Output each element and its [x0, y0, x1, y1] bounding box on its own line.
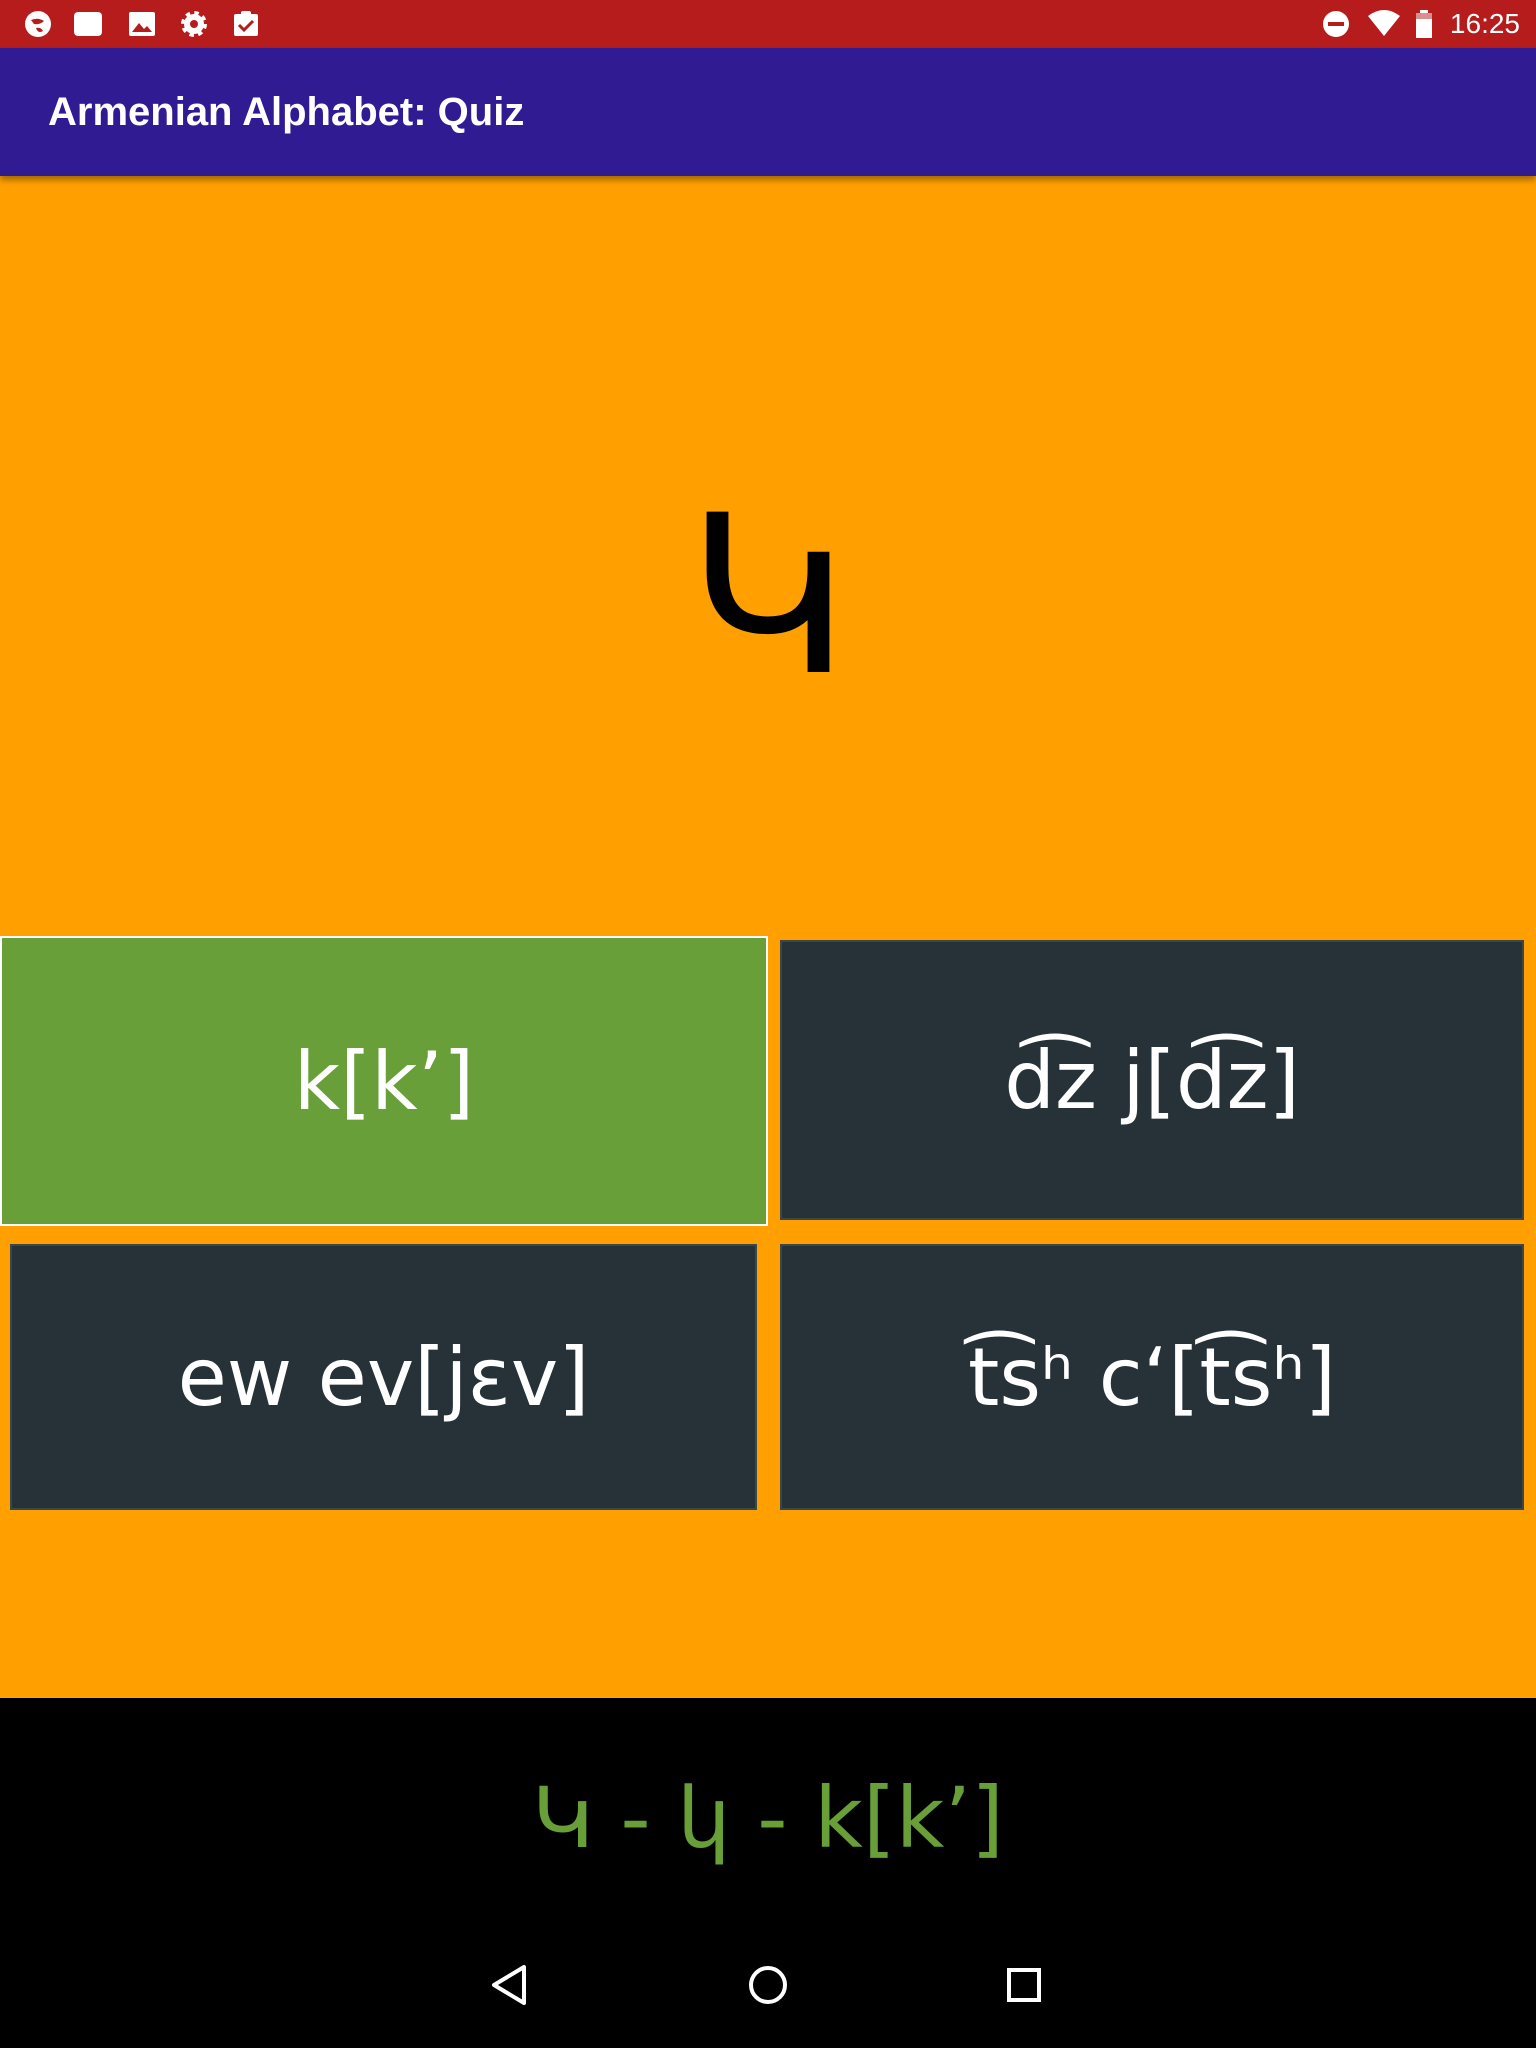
status-time: 16:25: [1449, 8, 1520, 39]
answer-button-2[interactable]: d͡z j[d͡z]: [780, 940, 1524, 1220]
home-icon[interactable]: [736, 1953, 800, 2017]
recents-icon[interactable]: [992, 1953, 1056, 2017]
globe-icon: [22, 8, 54, 40]
image-icon: [126, 8, 158, 40]
do-not-disturb-icon: [1320, 8, 1352, 40]
feedback-text: Կ - կ - k[kʼ]: [532, 1769, 1004, 1867]
navigation-bar: [0, 1922, 1536, 2048]
answer-button-1[interactable]: k[kʼ]: [0, 936, 768, 1226]
answer-label: t͡sʰ cʻ[t͡sʰ]: [967, 1330, 1337, 1424]
feedback-area: Կ - կ - k[kʼ]: [0, 1698, 1536, 1922]
notes-icon: [72, 8, 104, 40]
wifi-icon: [1366, 8, 1400, 40]
clipboard-check-icon: [230, 8, 262, 40]
page-title: Armenian Alphabet: Quiz: [48, 90, 525, 134]
back-icon[interactable]: [480, 1953, 544, 2017]
answer-button-3[interactable]: ew ev[jɛv]: [10, 1244, 757, 1510]
answer-label: k[kʼ]: [293, 1034, 475, 1128]
answer-button-4[interactable]: t͡sʰ cʻ[t͡sʰ]: [780, 1244, 1524, 1510]
app-bar: Armenian Alphabet: Quiz: [0, 48, 1536, 176]
battery-icon: [1412, 8, 1444, 40]
settings-icon: [178, 8, 210, 40]
answer-label: d͡z j[d͡z]: [1004, 1033, 1300, 1127]
quiz-letter: Կ: [687, 468, 849, 724]
answer-label: ew ev[jɛv]: [177, 1330, 590, 1424]
status-bar: 16:25: [0, 0, 1536, 48]
